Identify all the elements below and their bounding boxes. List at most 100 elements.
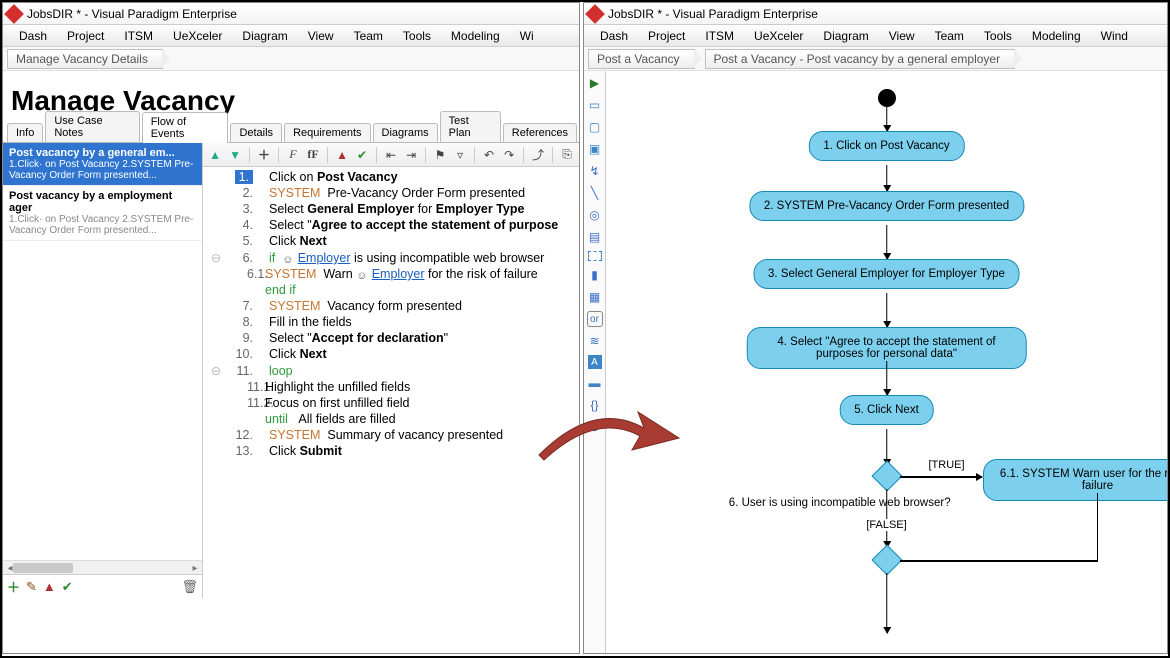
flag-icon[interactable]: ⚑	[432, 146, 448, 164]
node-3[interactable]: 3. Select General Employer for Employer …	[753, 259, 1020, 289]
tab-diagrams[interactable]: Diagrams	[373, 123, 438, 142]
tab-info[interactable]: Info	[7, 123, 43, 142]
export-icon[interactable]: ⤴	[530, 146, 546, 164]
filter-icon[interactable]: ▿	[452, 146, 468, 164]
step-row[interactable]: 13.Click Submit	[203, 443, 579, 459]
trash-icon[interactable]: 🗑	[181, 579, 198, 595]
wave-icon[interactable]: ≋	[587, 333, 603, 349]
initial-node[interactable]	[878, 89, 896, 107]
or-icon[interactable]: or	[587, 311, 603, 327]
node-5[interactable]: 5. Click Next	[839, 395, 934, 425]
outdent-icon[interactable]: ⇤	[383, 146, 399, 164]
h-scrollbar[interactable]: ◂ ▸	[3, 560, 202, 574]
line-icon[interactable]: ╲	[587, 185, 603, 201]
decision-node-6[interactable]	[871, 460, 902, 491]
edge-true[interactable]	[900, 476, 982, 478]
step-row[interactable]: 9.Select "Accept for declaration"	[203, 330, 579, 346]
cursor-tool-icon[interactable]: ▶	[587, 75, 603, 91]
braces-icon[interactable]: {}	[587, 397, 603, 413]
target-icon[interactable]: ◎	[587, 207, 603, 223]
check-icon[interactable]: ✔	[62, 579, 73, 595]
step-row[interactable]: 3.Select General Employer for Employer T…	[203, 201, 579, 217]
undo-icon[interactable]: ↶	[481, 146, 497, 164]
tab-details[interactable]: Details	[230, 123, 282, 142]
menu-itsm[interactable]: ITSM	[695, 29, 744, 43]
edge-down[interactable]	[886, 573, 888, 633]
red-up-icon[interactable]: ▲	[334, 146, 350, 164]
edge[interactable]	[886, 107, 888, 131]
event-item[interactable]: Post vacancy by a employment ager1.Click…	[3, 186, 202, 241]
tab-references[interactable]: References	[503, 123, 577, 142]
green-check-icon[interactable]: ✔	[354, 146, 370, 164]
connector-icon[interactable]: ↯	[587, 163, 603, 179]
step-row[interactable]: 11.2.Focus on first unfilled field	[203, 395, 579, 411]
tab-flow-of-events[interactable]: Flow of Events	[142, 112, 229, 143]
redo-icon[interactable]: ↷	[501, 146, 517, 164]
edge-return-v[interactable]	[1097, 493, 1099, 561]
menu-itsm[interactable]: ITSM	[114, 29, 163, 43]
round-rect-icon[interactable]: ▭	[587, 97, 603, 113]
indent-icon[interactable]: ⇥	[403, 146, 419, 164]
menu-tools[interactable]: Tools	[393, 29, 441, 43]
tool-icon[interactable]: ✎	[26, 579, 37, 595]
step-row[interactable]: ⊖11.loop	[203, 362, 579, 379]
text-icon[interactable]: A	[588, 355, 602, 369]
activity-canvas[interactable]: 1. Click on Post Vacancy 2. SYSTEM Pre-V…	[606, 71, 1167, 653]
table-icon[interactable]: ▦	[587, 289, 603, 305]
tab-test-plan[interactable]: Test Plan	[440, 111, 501, 142]
node-icon[interactable]: ▢	[587, 119, 603, 135]
gutter-icon[interactable]: ⊖	[207, 363, 225, 378]
node-2[interactable]: 2. SYSTEM Pre-Vacancy Order Form present…	[749, 191, 1024, 221]
italic-icon[interactable]: F	[285, 146, 301, 164]
edge[interactable]	[886, 293, 888, 327]
crumb-post-vacancy-general[interactable]: Post a Vacancy - Post vacancy by a gener…	[705, 49, 1016, 69]
doc-icon[interactable]: ▬	[587, 375, 603, 391]
step-row[interactable]: 6.1.SYSTEM Warn Employer for the risk of…	[203, 266, 579, 282]
menu-project[interactable]: Project	[57, 29, 114, 43]
edge[interactable]	[886, 361, 888, 395]
step-row[interactable]: 11.1.Highlight the unfilled fields	[203, 379, 579, 395]
step-row[interactable]: 5.Click Next	[203, 233, 579, 249]
steps-editor[interactable]: 1.Click on Post Vacancy2.SYSTEM Pre-Vaca…	[203, 167, 579, 598]
menu-wind[interactable]: Wind	[1091, 29, 1138, 43]
menu-modeling[interactable]: Modeling	[441, 29, 510, 43]
bar-icon[interactable]: ▮	[587, 267, 603, 283]
step-row[interactable]: 12.SYSTEM Summary of vacancy presented	[203, 427, 579, 443]
package-icon[interactable]: ▣	[587, 141, 603, 157]
step-row[interactable]: ⊖6.if Employer is using incompatible web…	[203, 249, 579, 266]
add-icon[interactable]: ＋	[7, 577, 20, 596]
move-up-icon[interactable]: ▲	[207, 146, 223, 164]
menu-team[interactable]: Team	[344, 29, 393, 43]
ruler-icon[interactable]: ▤	[587, 229, 603, 245]
node-1[interactable]: 1. Click on Post Vacancy	[808, 131, 964, 161]
step-row[interactable]: 2.SYSTEM Pre-Vacancy Order Form presente…	[203, 185, 579, 201]
menu-team[interactable]: Team	[925, 29, 974, 43]
crumb-manage-vacancy-details[interactable]: Manage Vacancy Details	[7, 49, 163, 69]
crumb-post-a-vacancy[interactable]: Post a Vacancy	[588, 49, 695, 69]
bold-icon[interactable]: fF	[305, 146, 321, 164]
event-item[interactable]: Post vacancy by a general em...1.Click· …	[3, 143, 202, 186]
tab-use-case-notes[interactable]: Use Case Notes	[45, 111, 139, 142]
menu-uexceler[interactable]: UeXceler	[163, 29, 232, 43]
menu-tools[interactable]: Tools	[974, 29, 1022, 43]
rect-dash-icon[interactable]	[588, 251, 602, 261]
plus-circle-icon[interactable]: ⊕	[587, 419, 603, 435]
edge[interactable]	[886, 165, 888, 191]
menu-project[interactable]: Project	[638, 29, 695, 43]
step-row[interactable]: 10.Click Next	[203, 346, 579, 362]
step-row[interactable]: 1.Click on Post Vacancy	[203, 169, 579, 185]
gutter-icon[interactable]: ⊖	[207, 250, 225, 265]
menu-view[interactable]: View	[298, 29, 344, 43]
menu-view[interactable]: View	[879, 29, 925, 43]
add-step-icon[interactable]: ＋	[256, 146, 272, 164]
step-row[interactable]: 8.Fill in the fields	[203, 314, 579, 330]
menu-diagram[interactable]: Diagram	[232, 29, 297, 43]
tab-requirements[interactable]: Requirements	[284, 123, 370, 142]
script-icon[interactable]: ⎘	[559, 146, 575, 164]
step-row[interactable]: until All fields are filled	[203, 411, 579, 427]
edge-false[interactable]	[886, 489, 888, 547]
step-row[interactable]: end if	[203, 282, 579, 298]
merge-node[interactable]	[871, 544, 902, 575]
move-down-icon[interactable]: ▼	[227, 146, 243, 164]
menu-uexceler[interactable]: UeXceler	[744, 29, 813, 43]
